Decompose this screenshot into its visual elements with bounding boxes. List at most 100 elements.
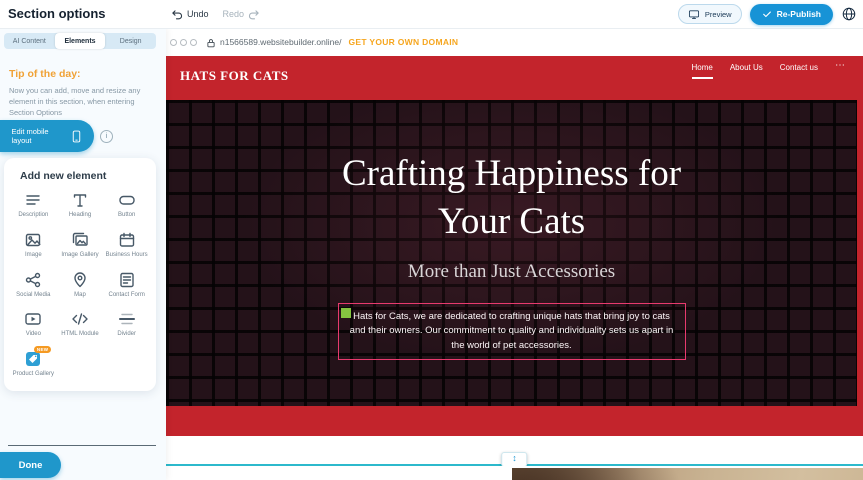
element-tile-heading[interactable]: Heading (57, 191, 104, 220)
business-hours-icon (118, 231, 136, 249)
info-icon[interactable]: i (100, 130, 113, 143)
element-tile-social-media[interactable]: Social Media (10, 271, 57, 300)
sidebar-tabs: AI Content Elements Design (4, 33, 156, 49)
element-label: Social Media (16, 292, 50, 300)
element-label: Button (118, 212, 135, 220)
hero-title: Crafting Happiness for Your Cats (166, 100, 857, 246)
image-gallery-icon (71, 231, 89, 249)
edit-mobile-layout-button[interactable]: Edit mobile layout (0, 120, 94, 152)
language-globe-button[interactable] (841, 6, 857, 22)
hero-section[interactable]: Crafting Happiness for Your Cats More th… (166, 100, 857, 406)
button-icon (118, 191, 136, 209)
element-tile-product-gallery[interactable]: NEW Product Gallery (10, 350, 57, 379)
done-button[interactable]: Done (0, 452, 61, 478)
product-gallery-icon: NEW (24, 350, 42, 368)
map-pin-icon (71, 271, 89, 289)
element-tile-video[interactable]: Video (10, 310, 57, 339)
get-domain-link[interactable]: GET YOUR OWN DOMAIN (348, 37, 458, 47)
element-label: Divider (117, 331, 136, 339)
element-label: Heading (69, 212, 91, 220)
element-tile-map[interactable]: Map (57, 271, 104, 300)
element-label: Video (26, 331, 41, 339)
next-section (166, 466, 863, 480)
element-tile-button[interactable]: Button (103, 191, 150, 220)
lock-icon (206, 36, 216, 48)
tab-ai-content[interactable]: AI Content (4, 33, 55, 49)
element-tile-html-module[interactable]: HTML Module (57, 310, 104, 339)
site-nav: Home About Us Contact us ⋯ (692, 63, 846, 79)
nav-contact-us[interactable]: Contact us (780, 63, 818, 77)
tab-elements[interactable]: Elements (55, 33, 106, 49)
form-icon (118, 271, 136, 289)
tip-of-day-title: Tip of the day: (9, 68, 81, 80)
edit-mobile-label: Edit mobile layout (12, 127, 64, 145)
hero-text-element[interactable]: Hats for Cats, we are dedicated to craft… (338, 303, 686, 360)
heading-icon (71, 191, 89, 209)
site-logo[interactable]: HATS FOR CATS (180, 68, 289, 84)
republish-button[interactable]: Re-Publish (750, 4, 833, 25)
hero-paragraph: Hats for Cats, we are dedicated to craft… (350, 311, 674, 351)
redo-label: Redo (223, 9, 245, 19)
republish-label: Re-Publish (777, 9, 821, 19)
toolbar-actions: Preview Re-Publish (678, 0, 857, 28)
sidebar-panel: AI Content Elements Design Tip of the da… (0, 28, 166, 480)
page-title: Section options (8, 6, 106, 21)
code-icon (71, 310, 89, 328)
site-header: HATS FOR CATS Home About Us Contact us ⋯ (166, 56, 863, 100)
divider-icon (118, 310, 136, 328)
element-label: Map (74, 292, 86, 300)
check-icon (762, 9, 772, 19)
element-label: Image (25, 252, 42, 260)
element-tile-contact-form[interactable]: Contact Form (103, 271, 150, 300)
website-canvas: HATS FOR CATS Home About Us Contact us ⋯… (166, 56, 863, 436)
tip-of-day-body: Now you can add, move and resize any ele… (9, 86, 149, 119)
element-tile-divider[interactable]: Divider (103, 310, 150, 339)
element-tile-business-hours[interactable]: Business Hours (103, 231, 150, 260)
hero-title-line2: Your Cats (166, 198, 857, 246)
preview-label: Preview (705, 10, 732, 19)
top-toolbar: Section options Undo Redo Preview Re-Pub… (0, 0, 863, 29)
resize-arrows-icon[interactable]: ↕ (502, 452, 528, 467)
redo-icon (248, 8, 261, 21)
tab-design[interactable]: Design (105, 33, 156, 49)
monitor-icon (688, 9, 700, 20)
globe-icon (841, 6, 857, 22)
element-label: Product Gallery (13, 371, 54, 379)
undo-redo-group: Undo Redo (170, 0, 261, 28)
share-icon (24, 271, 42, 289)
new-badge: NEW (34, 346, 51, 353)
undo-label: Undo (187, 9, 209, 19)
drag-handle[interactable] (341, 308, 351, 318)
nav-more-icon[interactable]: ⋯ (835, 63, 845, 74)
redo-button[interactable]: Redo (223, 8, 262, 21)
hero-subtitle: More than Just Accessories (166, 261, 857, 283)
element-label: Contact Form (108, 292, 144, 300)
element-tile-image-gallery[interactable]: Image Gallery (57, 231, 104, 260)
element-tile-image[interactable]: Image (10, 231, 57, 260)
element-label: Image Gallery (61, 252, 98, 260)
browser-bar: n1566589.websitebuilder.online/ GET YOUR… (166, 28, 863, 56)
hero-title-line1: Crafting Happiness for (166, 150, 857, 198)
undo-icon (170, 8, 183, 21)
site-preview: n1566589.websitebuilder.online/ GET YOUR… (166, 28, 863, 480)
element-label: HTML Module (61, 331, 98, 339)
image-icon (24, 231, 42, 249)
add-element-panel: Add new element Description Heading Butt… (4, 158, 156, 391)
video-icon (24, 310, 42, 328)
description-icon (24, 191, 42, 209)
nav-about-us[interactable]: About Us (730, 63, 763, 77)
add-element-title: Add new element (4, 158, 156, 182)
sidebar-divider (8, 445, 156, 446)
site-url: n1566589.websitebuilder.online/ (220, 37, 341, 47)
element-tile-description[interactable]: Description (10, 191, 57, 220)
smartphone-icon (70, 128, 83, 145)
app-window: Section options Undo Redo Preview Re-Pub… (0, 0, 863, 480)
undo-button[interactable]: Undo (170, 8, 209, 21)
element-label: Business Hours (106, 252, 148, 260)
element-grid: Description Heading Button Image Image G… (4, 191, 156, 379)
nav-home[interactable]: Home (692, 63, 713, 79)
element-label: Description (18, 212, 48, 220)
preview-button[interactable]: Preview (678, 4, 742, 24)
browser-dots-icon (170, 39, 197, 46)
sand-photo (512, 468, 863, 480)
